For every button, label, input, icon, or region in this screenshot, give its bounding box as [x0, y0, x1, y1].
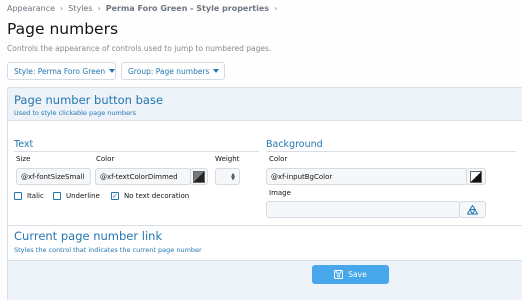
- save-button[interactable]: Save: [312, 265, 389, 284]
- section-subtitle-current: Styles the control that indicates the cu…: [14, 246, 202, 254]
- background-color-picker[interactable]: [466, 168, 486, 185]
- section-subtitle-base: Used to style clickable page numbers: [14, 109, 137, 117]
- image-picker-button[interactable]: [459, 201, 486, 218]
- no-text-decoration-checkbox[interactable]: ✓ No text decoration: [111, 192, 189, 200]
- weight-label: Weight: [215, 155, 240, 163]
- group-filter-label: Group: Page numbers: [128, 66, 210, 76]
- chevron-right-icon: ›: [60, 4, 64, 13]
- checkbox-icon: [14, 192, 22, 200]
- page-title: Page numbers: [7, 20, 119, 38]
- background-image-input[interactable]: [266, 201, 460, 218]
- image-picker-icon: [467, 204, 478, 214]
- breadcrumb-styles[interactable]: Styles: [68, 4, 92, 13]
- underline-label: Underline: [66, 192, 100, 200]
- style-filter-button[interactable]: Style: Perma Foro Green: [7, 62, 116, 80]
- save-label: Save: [348, 270, 367, 279]
- text-color-picker[interactable]: [190, 168, 208, 185]
- italic-checkbox[interactable]: Italic: [14, 192, 44, 200]
- text-color-label: Color: [96, 155, 115, 163]
- page-description: Controls the appearance of controls used…: [7, 44, 272, 53]
- color-swatch-icon: [470, 170, 482, 183]
- breadcrumb-style-properties[interactable]: Perma Foro Green - Style properties: [106, 4, 269, 13]
- chevron-right-icon: ›: [97, 4, 101, 13]
- form-footer: [8, 260, 522, 300]
- checkbox-icon: [53, 192, 61, 200]
- group-filter-button[interactable]: Group: Page numbers: [121, 62, 225, 80]
- checkmark-icon: ✓: [111, 191, 119, 200]
- no-text-decoration-label: No text decoration: [124, 192, 190, 200]
- section-title-base: Page number button base: [14, 93, 164, 107]
- section-title-current: Current page number link: [14, 229, 163, 243]
- caret-down-icon: [213, 69, 220, 73]
- background-group-title: Background: [266, 139, 323, 150]
- style-filter-label: Style: Perma Foro Green: [14, 66, 106, 76]
- color-swatch-icon: [193, 170, 205, 183]
- divider: [14, 151, 259, 152]
- divider: [8, 225, 522, 226]
- divider: [266, 151, 516, 152]
- style-properties-panel: Page number button base Used to style cl…: [7, 87, 522, 300]
- save-icon: [334, 270, 344, 279]
- font-size-input[interactable]: @xf-fontSizeSmall: [16, 168, 91, 185]
- background-color-input[interactable]: @xf-inputBgColor: [266, 168, 468, 185]
- breadcrumb-appearance[interactable]: Appearance: [7, 4, 55, 13]
- caret-down-icon: [109, 69, 116, 73]
- size-label: Size: [16, 155, 31, 163]
- italic-label: Italic: [27, 192, 44, 200]
- background-color-label: Color: [269, 155, 288, 163]
- text-group-title: Text: [14, 139, 34, 150]
- font-weight-select[interactable]: ▲ ▼: [215, 168, 240, 185]
- updown-arrows-icon: ▲ ▼: [231, 171, 235, 182]
- underline-checkbox[interactable]: Underline: [53, 192, 100, 200]
- breadcrumb: Appearance › Styles › Perma Foro Green -…: [7, 4, 277, 13]
- text-color-input[interactable]: @xf-textColorDimmed: [95, 168, 191, 185]
- background-image-label: Image: [269, 189, 291, 197]
- chevron-right-icon: ›: [274, 4, 278, 13]
